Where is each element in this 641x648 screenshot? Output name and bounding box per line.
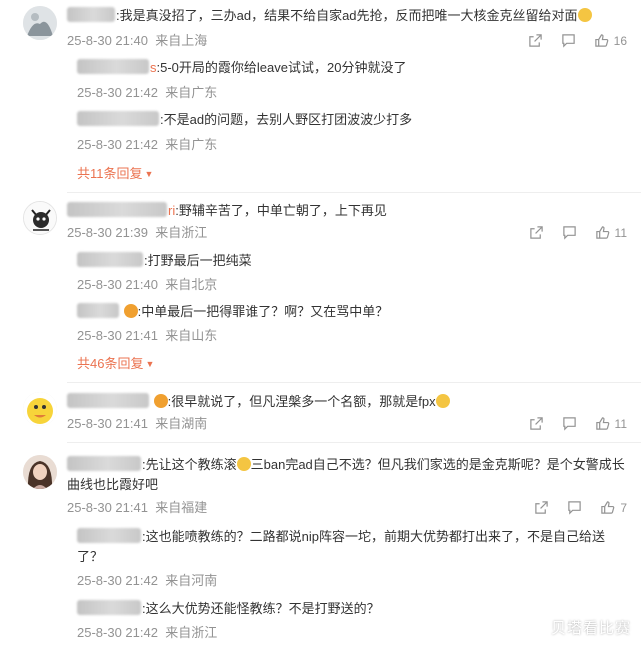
like-button[interactable]: 11 [595, 416, 627, 431]
emoji-icon [435, 394, 450, 408]
comment-text: ri:野辅辛苦了，中单亡朝了，上下再见 [67, 201, 627, 221]
divider [67, 442, 641, 443]
forward-icon[interactable] [528, 33, 543, 48]
username[interactable] [77, 303, 119, 318]
like-count: 7 [620, 500, 627, 515]
caret-down-icon: ▼ [145, 359, 155, 369]
badge-icon [123, 304, 138, 318]
comment-icon[interactable] [567, 500, 582, 515]
avatar[interactable] [23, 455, 57, 489]
reply-meta: 25-8-30 21:42 来自浙江 [77, 625, 218, 640]
comment-actions: 16 [528, 33, 627, 48]
thumbs-up-icon [601, 501, 615, 514]
comment-text: :很早就说了，但凡涅槃多一个名额，那就是fpx [67, 392, 627, 412]
comment-text: :我是真没招了，三办ad，结果不给自家ad先抢，反而把唯一大核金克丝留给对面 [67, 6, 627, 26]
reply-text: :不是ad的问题，去别人野区打团波波少打多 [77, 110, 627, 130]
comment-icon[interactable] [562, 225, 577, 240]
like-count: 11 [614, 416, 627, 431]
forward-icon[interactable] [529, 416, 544, 431]
divider [67, 192, 641, 193]
reply-meta: 25-8-30 21:42 来自广东 [77, 85, 218, 100]
username[interactable] [67, 456, 141, 471]
comment-text: :先让这个教练滚 三ban完ad自己不选？但凡我们家选的是金克斯呢？是个女警成长曲… [67, 456, 625, 492]
reply-meta: 25-8-30 21:41 来自山东 [77, 328, 218, 343]
comment-icon[interactable] [561, 33, 576, 48]
reply-text: s:5-0开局的霞你给leave试试，20分钟就没了 [77, 58, 627, 78]
more-replies-link[interactable]: 共11条回复 ▼ [77, 165, 153, 183]
emoji-icon [236, 457, 251, 471]
more-replies-link[interactable]: 共46条回复 ▼ [77, 355, 154, 373]
reply-text: :这么大优势还能怪教练？不是打野送的？ [77, 599, 627, 619]
comment-meta: 25-8-30 21:39 来自浙江 [67, 225, 208, 240]
username[interactable] [67, 7, 115, 22]
forward-icon[interactable] [534, 500, 549, 515]
reply-meta: 25-8-30 21:40 来自北京 [77, 277, 218, 292]
like-button[interactable]: 16 [594, 33, 627, 48]
emoji-icon [577, 8, 592, 22]
comment-meta: 25-8-30 21:41 来自湖南 [67, 416, 208, 431]
thumbs-up-icon [595, 417, 609, 430]
watermark: 贝塔看比赛 [550, 620, 631, 637]
avatar[interactable] [23, 201, 57, 235]
like-count: 16 [613, 33, 627, 48]
username[interactable] [77, 600, 141, 615]
username[interactable] [77, 59, 149, 74]
like-button[interactable]: 7 [600, 500, 627, 515]
comment-meta: 25-8-30 21:41 来自福建 [67, 500, 208, 515]
comment-icon[interactable] [562, 416, 577, 431]
thumbs-up-icon [595, 226, 609, 239]
comment-actions: 11 [529, 225, 627, 240]
avatar[interactable] [23, 392, 57, 426]
like-button[interactable]: 11 [595, 225, 627, 240]
reply-meta: 25-8-30 21:42 来自广东 [77, 137, 218, 152]
comment-actions: 7 [534, 500, 627, 515]
username[interactable] [77, 528, 141, 543]
divider [67, 382, 641, 383]
forward-icon[interactable] [529, 225, 544, 240]
caret-down-icon: ▼ [144, 169, 154, 179]
comment-actions: 11 [529, 416, 627, 431]
reply-text: :中单最后一把得罪谁了？啊？又在骂中单？ [77, 302, 627, 322]
thumbs-up-icon [594, 34, 608, 47]
username[interactable] [67, 202, 167, 217]
reply-text: :打野最后一把纯菜 [77, 251, 627, 271]
username[interactable] [67, 393, 149, 408]
comment-meta: 25-8-30 21:40 来自上海 [67, 33, 208, 48]
username[interactable] [77, 111, 159, 126]
like-count: 11 [614, 225, 627, 240]
reply-meta: 25-8-30 21:42 来自河南 [77, 573, 218, 588]
username[interactable] [77, 252, 143, 267]
avatar[interactable] [23, 6, 57, 40]
badge-icon [153, 394, 168, 408]
reply-text: :这也能喷教练的？二路都说nip阵容一坨，前期大优势都打出来了，不是自己给送了？ [77, 528, 605, 564]
